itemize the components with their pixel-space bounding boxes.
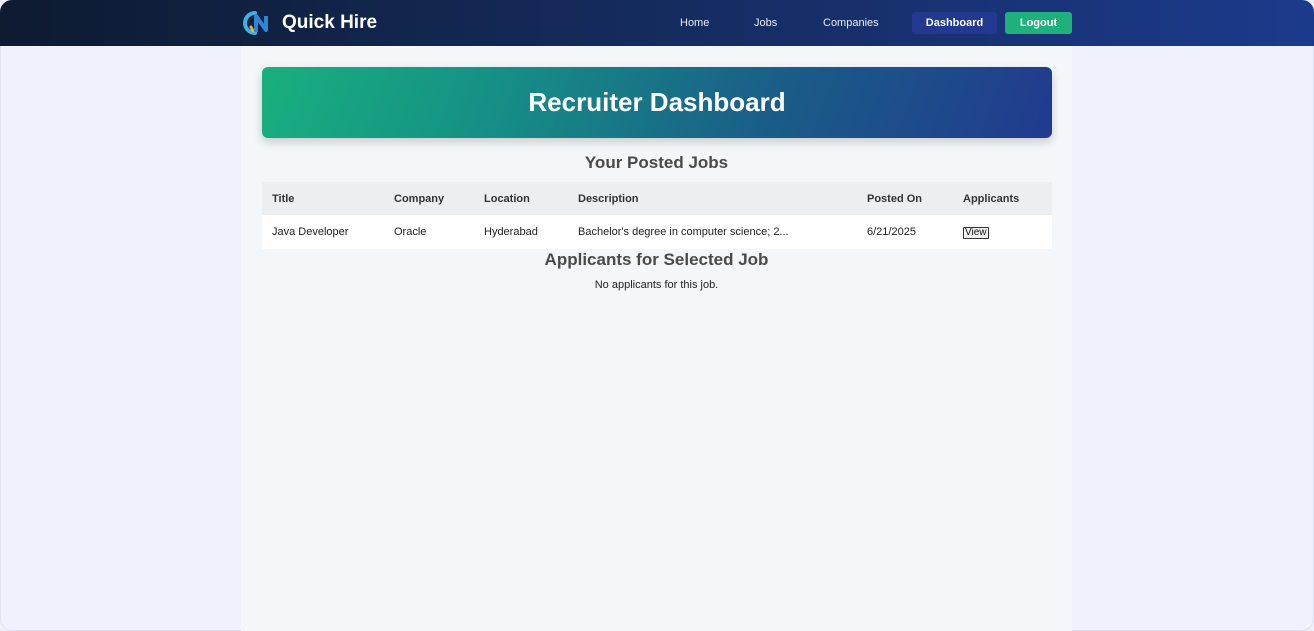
view-applicants-button[interactable]: View — [963, 226, 989, 239]
column-header-title: Title — [262, 182, 384, 215]
column-header-location: Location — [474, 182, 568, 215]
job-company-cell: Oracle — [384, 215, 474, 249]
dashboard-button[interactable]: Dashboard — [912, 12, 997, 34]
job-location-cell: Hyderabad — [474, 215, 568, 249]
top-navbar: Quick Hire Home Jobs Companies Dashboard… — [0, 0, 1314, 46]
job-applicants-cell: View — [953, 215, 1052, 249]
column-header-applicants: Applicants — [953, 182, 1052, 215]
nav-link-home[interactable]: Home — [680, 12, 709, 34]
column-header-company: Company — [384, 182, 474, 215]
logout-button[interactable]: Logout — [1005, 12, 1072, 34]
posted-jobs-table: Title Company Location Description Poste… — [262, 182, 1052, 249]
job-posted-on-cell: 6/21/2025 — [857, 215, 953, 249]
job-title-cell: Java Developer — [262, 215, 384, 249]
column-header-description: Description — [568, 182, 857, 215]
nav-links: Home Jobs Companies — [0, 12, 1314, 34]
hero-banner: Recruiter Dashboard — [262, 67, 1052, 138]
applicants-heading: Applicants for Selected Job — [544, 250, 769, 269]
nav-link-jobs[interactable]: Jobs — [754, 12, 777, 34]
job-description-cell: Bachelor's degree in computer science; 2… — [568, 215, 857, 249]
nav-link-companies[interactable]: Companies — [823, 12, 879, 34]
table-row: Java Developer Oracle Hyderabad Bachelor… — [262, 215, 1052, 249]
table-header-row: Title Company Location Description Poste… — [262, 182, 1052, 215]
app-window: Quick Hire Home Jobs Companies Dashboard… — [0, 0, 1314, 631]
posted-jobs-heading: Your Posted Jobs — [584, 153, 729, 172]
page-title: Recruiter Dashboard — [528, 87, 786, 117]
main-content: Recruiter Dashboard Your Posted Jobs Tit… — [241, 46, 1072, 631]
no-applicants-message: No applicants for this job. — [594, 279, 719, 291]
column-header-posted-on: Posted On — [857, 182, 953, 215]
